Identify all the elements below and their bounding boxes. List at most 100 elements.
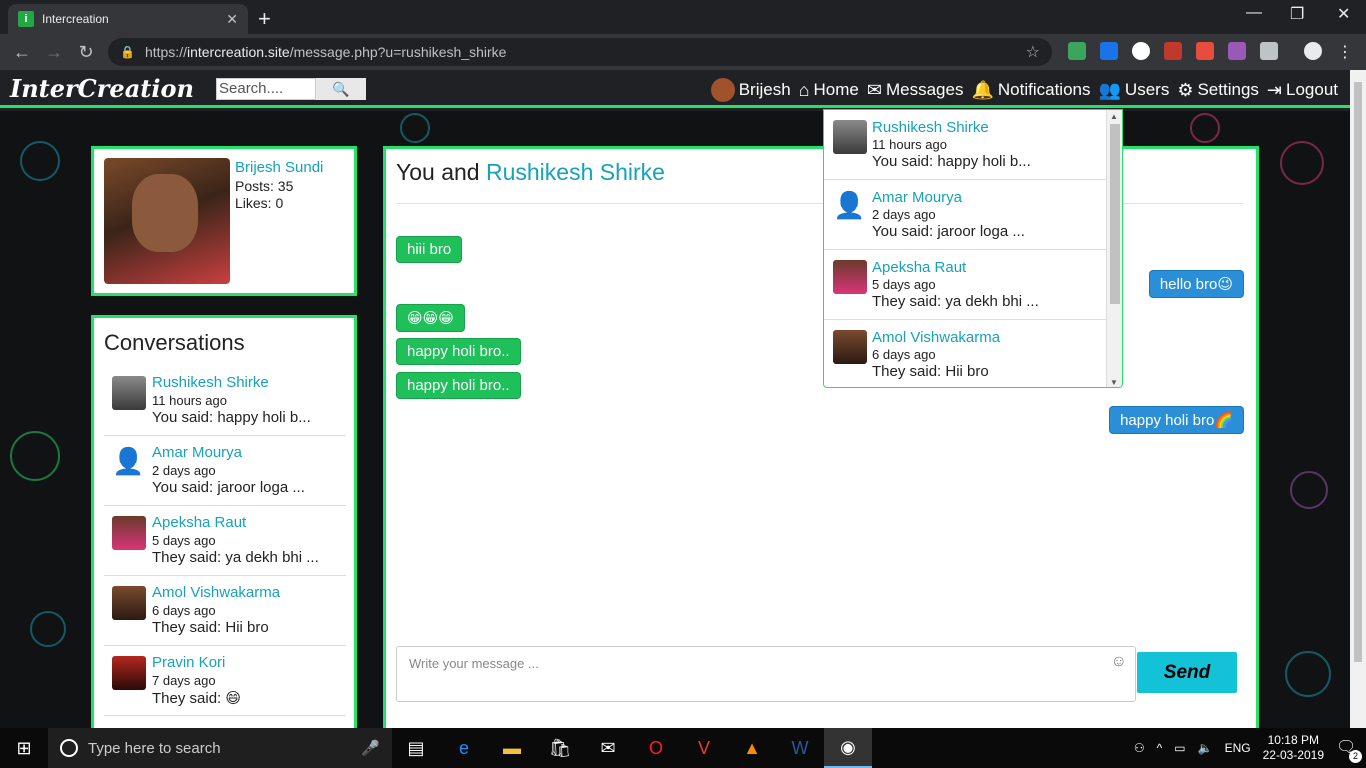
conversation-time: 7 days ago <box>152 673 216 688</box>
conversation-avatar: 👤 <box>833 190 867 224</box>
nav-user-label: Brijesh <box>738 80 791 99</box>
taskbar-search[interactable]: Type here to search 🎤 <box>48 728 392 768</box>
doodle-decoration <box>1280 141 1324 185</box>
restore-icon[interactable]: ❐ <box>1290 4 1304 24</box>
profile-account-icon[interactable] <box>1304 42 1322 60</box>
site-search: Search.... 🔍 <box>216 78 366 100</box>
conversation-time: 2 days ago <box>152 463 216 478</box>
site-favicon-icon: i <box>18 11 34 27</box>
conversation-item[interactable]: Apeksha Raut 5 days ago They said: ya de… <box>104 506 346 576</box>
extension-shield-icon[interactable] <box>1068 42 1086 60</box>
nav-logout[interactable]: ⇥ Logout <box>1267 80 1338 101</box>
extension-s-icon[interactable] <box>1100 42 1118 60</box>
nav-notifications[interactable]: 🔔 Notifications <box>971 80 1090 101</box>
address-bar[interactable]: 🔒 https://intercreation.site/message.php… <box>108 38 1052 66</box>
site-logo[interactable]: InterCreation <box>10 74 194 103</box>
nav-users-label: Users <box>1124 80 1170 99</box>
conversation-name: Pravin Kori <box>152 654 226 671</box>
profile-card: Brijesh Sundi Posts: 35 Likes: 0 <box>91 146 357 296</box>
url-text: https://intercreation.site/message.php?u… <box>144 44 507 60</box>
nav-messages[interactable]: ✉ Messages <box>867 80 964 101</box>
profile-photo[interactable] <box>104 158 230 284</box>
emoji-picker-icon[interactable]: ☺ <box>1111 653 1127 671</box>
nav-user[interactable]: Brijesh <box>710 78 791 102</box>
extension-doc-icon[interactable] <box>1228 42 1246 60</box>
conversation-item[interactable]: Pravin Kori 7 days ago They said: 😄 <box>104 646 346 716</box>
default-user-icon: 👤 <box>833 190 866 220</box>
minimize-icon[interactable]: — <box>1246 4 1262 22</box>
chat-partner-name[interactable]: Rushikesh Shirke <box>486 159 665 185</box>
conversation-avatar <box>112 656 146 690</box>
envelope-icon: ✉ <box>866 79 882 100</box>
conversation-snippet: They said: 😄 <box>152 690 242 707</box>
action-center-icon[interactable]: 🗨 2 <box>1336 737 1362 763</box>
clock[interactable]: 10:18 PM 22-03-2019 <box>1263 733 1324 763</box>
message-bubble-sent: happy holi bro🌈 <box>1109 406 1244 434</box>
page-scrollbar[interactable] <box>1350 70 1366 728</box>
bookmark-star-icon[interactable]: ☆ <box>1026 42 1040 62</box>
page-scroll-thumb[interactable] <box>1354 82 1362 662</box>
chrome-icon[interactable]: ◉ <box>824 728 872 768</box>
forward-icon[interactable]: → <box>38 42 70 63</box>
scroll-up-icon[interactable]: ▲ <box>1110 112 1118 121</box>
dropdown-scrollbar[interactable]: ▲ ▼ <box>1106 110 1122 387</box>
volume-icon[interactable]: 🔈 <box>1198 741 1213 755</box>
doodle-decoration <box>20 141 60 181</box>
browser-menu-icon[interactable]: ⋮ <box>1336 42 1354 61</box>
dropdown-conversation-item[interactable]: Apeksha Raut 5 days ago They said: ya de… <box>824 250 1106 320</box>
search-input[interactable]: Search.... <box>216 78 316 100</box>
search-button[interactable]: 🔍 <box>316 78 366 100</box>
extension-pdf-icon[interactable] <box>1164 42 1182 60</box>
dropdown-conversation-item[interactable]: 👤 Amar Mourya 2 days ago You said: jaroo… <box>824 180 1106 250</box>
people-icon[interactable]: ⚇ <box>1134 741 1145 755</box>
extension-red-icon[interactable] <box>1196 42 1214 60</box>
message-input[interactable]: Write your message ... ☺ <box>396 646 1136 702</box>
dropdown-scroll-thumb[interactable] <box>1110 124 1120 304</box>
nav-settings-label: Settings <box>1197 80 1259 99</box>
vlc-icon[interactable]: ▲ <box>728 728 776 768</box>
file-explorer-icon[interactable]: ▬ <box>488 728 536 768</box>
reload-icon[interactable]: ↻ <box>70 42 102 63</box>
language-indicator[interactable]: ENG <box>1225 741 1251 755</box>
conversation-item[interactable]: 👤 Amar Mourya 2 days ago You said: jaroo… <box>104 436 346 506</box>
store-icon[interactable]: 🛍 <box>536 728 584 768</box>
mail-icon[interactable]: ✉ <box>584 728 632 768</box>
message-bubble-received: happy holi bro.. <box>396 338 521 365</box>
browser-tab[interactable]: i Intercreation ✕ <box>8 4 248 34</box>
windows-start-icon[interactable]: ⊞ <box>0 728 48 768</box>
extension-cube-icon[interactable] <box>1260 42 1278 60</box>
nav-home[interactable]: ⌂ Home <box>799 80 859 101</box>
conversation-avatar <box>833 120 867 154</box>
show-hidden-icons-icon[interactable]: ^ <box>1157 741 1163 755</box>
nav-users[interactable]: 👥 Users <box>1099 80 1170 101</box>
nav-settings[interactable]: ⚙ Settings <box>1177 80 1259 101</box>
dropdown-conversation-item[interactable]: Rushikesh Shirke 11 hours ago You said: … <box>824 110 1106 180</box>
conversation-snippet: You said: happy holi b... <box>872 153 1031 170</box>
tab-close-icon[interactable]: ✕ <box>226 11 238 28</box>
conversation-item[interactable]: Rushikesh Shirke 11 hours ago You said: … <box>104 366 346 436</box>
nav-logout-label: Logout <box>1286 80 1338 99</box>
gears-icon: ⚙ <box>1177 79 1194 100</box>
dropdown-conversation-item[interactable]: Amol Vishwakarma 6 days ago They said: H… <box>824 320 1106 387</box>
conversation-time: 6 days ago <box>872 347 936 362</box>
send-button[interactable]: Send <box>1137 652 1237 693</box>
opera-icon[interactable]: O <box>632 728 680 768</box>
word-icon[interactable]: W <box>776 728 824 768</box>
browser-tabstrip: i Intercreation ✕ + — ❐ ✕ <box>0 0 1366 34</box>
scroll-down-icon[interactable]: ▼ <box>1110 378 1118 387</box>
profile-name[interactable]: Brijesh Sundi <box>235 159 323 176</box>
conversation-avatar: 👤 <box>112 446 146 480</box>
user-avatar <box>710 78 735 102</box>
edge-icon[interactable]: e <box>440 728 488 768</box>
task-view-icon[interactable]: ▤ <box>392 728 440 768</box>
microphone-icon[interactable]: 🎤 <box>361 739 380 757</box>
network-icon[interactable]: ▭ <box>1174 741 1185 755</box>
extension-block-icon[interactable] <box>1132 42 1150 60</box>
window-close-icon[interactable]: ✕ <box>1337 4 1350 24</box>
doodle-decoration <box>1285 651 1331 697</box>
new-tab-button[interactable]: + <box>258 6 271 32</box>
conversation-name: Amar Mourya <box>152 444 243 461</box>
conversation-item[interactable]: Amol Vishwakarma 6 days ago They said: H… <box>104 576 346 646</box>
vivaldi-icon[interactable]: V <box>680 728 728 768</box>
back-icon[interactable]: ← <box>6 42 38 63</box>
